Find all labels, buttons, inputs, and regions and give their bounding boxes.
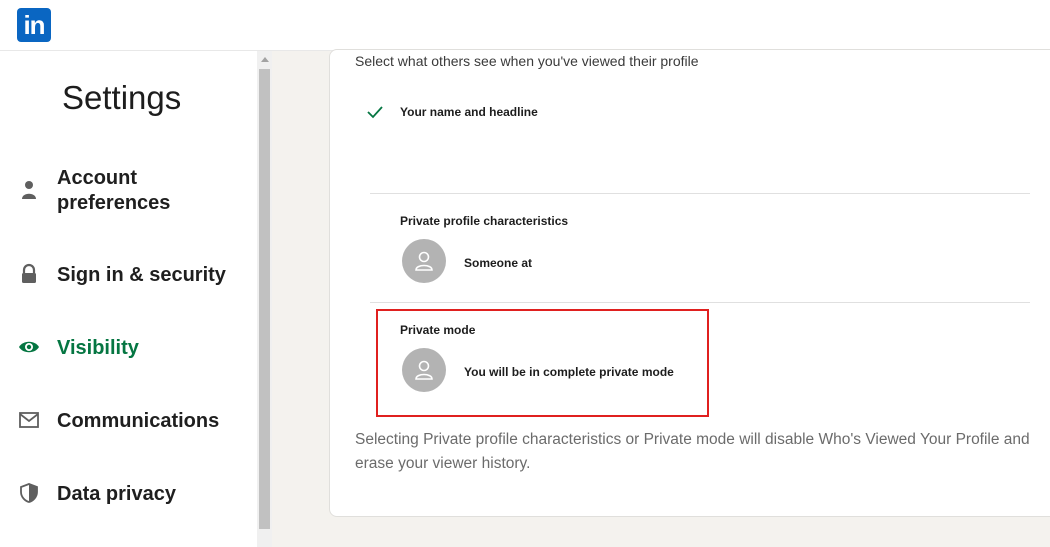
option-name-headline[interactable]: Your name and headline (400, 105, 538, 119)
person-outline-icon (415, 251, 433, 271)
scrollbar-thumb[interactable] (259, 69, 270, 529)
sidebar-item-account-preferences[interactable]: Account preferences (0, 166, 257, 218)
option-private-mode-title[interactable]: Private mode (400, 323, 475, 337)
divider (370, 193, 1030, 194)
section-description: Select what others see when you've viewe… (355, 53, 699, 69)
avatar (402, 239, 446, 283)
linkedin-logo[interactable]: in (17, 8, 51, 42)
top-bar: in (0, 0, 1050, 51)
sidebar-item-visibility[interactable]: Visibility (0, 336, 257, 364)
lock-icon (22, 263, 36, 283)
footnote-text: Selecting Private profile characteristic… (355, 431, 1030, 472)
sidebar-item-label: Account (57, 167, 137, 189)
sidebar-item-label: Data privacy (57, 483, 176, 505)
eye-icon (19, 341, 39, 353)
option-private-profile-title[interactable]: Private profile characteristics (400, 214, 568, 228)
sidebar-item-sign-in-security[interactable]: Sign in & security (0, 263, 257, 291)
sidebar-item-label: Communications (57, 410, 220, 432)
sidebar-scrollbar[interactable] (257, 51, 272, 547)
checkmark-icon (367, 106, 383, 119)
avatar (402, 348, 446, 392)
sidebar-item-data-privacy[interactable]: Data privacy (0, 482, 257, 510)
sidebar-item-label: Sign in & security (57, 264, 226, 286)
settings-sidebar: Settings Account preferences Sign in & s… (0, 51, 257, 547)
option-private-profile-description: Someone at (464, 256, 533, 270)
page-title: Settings (62, 79, 182, 116)
person-icon (22, 181, 36, 199)
shield-icon (20, 483, 38, 503)
divider (370, 302, 1030, 303)
sidebar-item-communications[interactable]: Communications (0, 409, 257, 437)
sidebar-item-label: Visibility (57, 337, 139, 359)
main-content: Select what others see when you've viewe… (272, 49, 1050, 547)
person-outline-icon (415, 360, 433, 380)
scroll-up-arrow-icon[interactable] (261, 57, 269, 62)
visibility-settings-card: Select what others see when you've viewe… (329, 49, 1050, 517)
envelope-icon (19, 412, 39, 428)
sidebar-item-label: preferences (57, 192, 171, 214)
option-private-mode-description: You will be in complete private mode (464, 365, 674, 379)
